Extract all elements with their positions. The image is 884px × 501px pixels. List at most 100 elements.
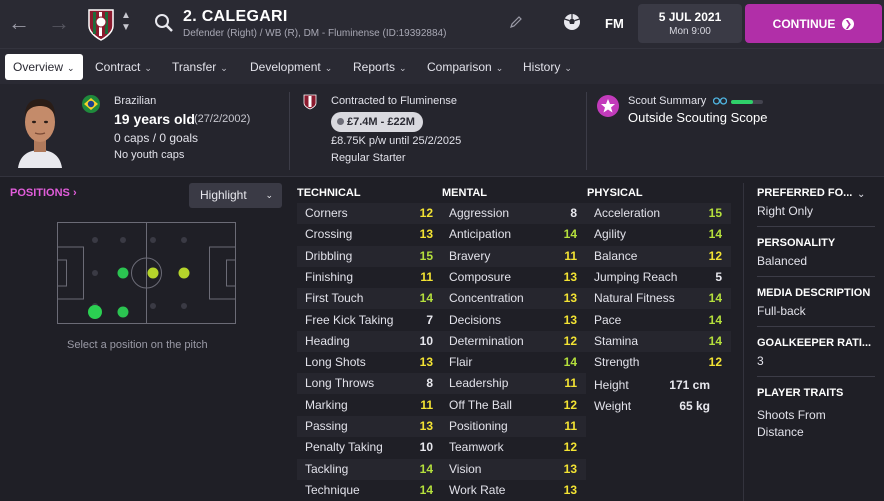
attribute-row[interactable]: Concentration 13 <box>441 288 586 310</box>
attribute-value: 15 <box>708 206 722 220</box>
attribute-row[interactable]: Crossing 13 <box>297 224 442 245</box>
attribute-row[interactable]: Vision 13 <box>441 458 586 480</box>
attribute-row[interactable]: Long Shots 13 <box>297 352 442 373</box>
attribute-row[interactable]: Teamwork 12 <box>441 437 586 458</box>
player-subtitle: Defender (Right) / WB (R), DM - Fluminen… <box>183 28 447 39</box>
pencil-icon[interactable] <box>509 15 523 29</box>
tab-overview[interactable]: Overview ⌄ <box>5 54 83 80</box>
tab-reports[interactable]: Reports ⌄ <box>345 54 415 80</box>
pitch-diagram[interactable] <box>57 222 236 324</box>
attribute-name: Composure <box>449 269 512 284</box>
attribute-name: Strength <box>594 355 640 370</box>
attribute-value: 14 <box>563 227 577 242</box>
attribute-name: Positioning <box>449 419 508 433</box>
attribute-row[interactable]: Corners 12 <box>297 203 442 224</box>
brazil-flag-icon <box>82 95 100 113</box>
player-switch-arrows[interactable]: ▲ ▼ <box>121 10 131 34</box>
attribute-value: 14 <box>708 291 722 306</box>
position-wbr[interactable] <box>117 306 129 318</box>
star-icon[interactable] <box>597 95 619 117</box>
attribute-row[interactable]: Natural Fitness 14 <box>586 288 731 310</box>
chevron-down-icon[interactable]: ⌄ <box>857 189 865 200</box>
attribute-row[interactable]: Marking 11 <box>297 395 442 416</box>
attribute-value: 13 <box>419 419 433 433</box>
youth-caps: No youth caps <box>114 149 185 161</box>
divider <box>757 376 875 377</box>
attribute-row[interactable]: Acceleration 15 <box>586 203 731 224</box>
fm-logo[interactable]: FM <box>605 16 624 31</box>
value-badge[interactable]: £7.4M - £22M <box>331 112 423 132</box>
forward-arrow-icon[interactable]: → <box>48 10 70 36</box>
attribute-row[interactable]: Flair 14 <box>441 352 586 373</box>
attribute-row[interactable]: Composure 13 <box>441 267 586 288</box>
attribute-row[interactable]: Penalty Taking 10 <box>297 437 442 458</box>
attribute-row[interactable]: Agility 14 <box>586 224 731 245</box>
tab-transfer[interactable]: Transfer ⌄ <box>164 54 236 80</box>
position-dm[interactable] <box>117 267 129 279</box>
date-box[interactable]: 5 JUL 2021 Mon 9:00 <box>638 4 742 43</box>
attribute-row[interactable]: Pace 14 <box>586 310 731 331</box>
physical-extra-name: Height <box>594 378 629 392</box>
attribute-row[interactable]: Aggression 8 <box>441 203 586 224</box>
attribute-row[interactable]: Strength 12 <box>586 352 731 373</box>
positions-link[interactable]: POSITIONS › <box>10 187 77 199</box>
tab-history[interactable]: History ⌄ <box>515 54 580 80</box>
attribute-row[interactable]: Technique 14 <box>297 480 442 501</box>
attribute-value: 12 <box>708 248 722 263</box>
search-icon[interactable] <box>154 13 174 33</box>
position-mc[interactable] <box>147 267 159 279</box>
continue-button[interactable]: CONTINUE ❯ <box>745 4 882 43</box>
club-crest-icon[interactable] <box>86 8 116 42</box>
back-arrow-icon[interactable]: ← <box>8 10 30 36</box>
age: 19 years old <box>114 111 195 127</box>
attribute-row[interactable]: Passing 13 <box>297 416 442 437</box>
player-title: 2. CALEGARI <box>183 8 288 25</box>
attribute-row[interactable]: Tackling 14 <box>297 458 442 480</box>
attribute-row[interactable]: First Touch 14 <box>297 288 442 310</box>
position-dr[interactable] <box>88 305 102 319</box>
attribute-row[interactable]: Finishing 11 <box>297 267 442 288</box>
attribute-name: Passing <box>305 419 348 433</box>
media-description-section: MEDIA DESCRIPTION Full-back <box>757 287 875 320</box>
attribute-row[interactable]: Bravery 11 <box>441 245 586 267</box>
attribute-row[interactable]: Long Throws 8 <box>297 373 442 395</box>
attribute-value: 8 <box>426 376 433 391</box>
attribute-name: Vision <box>449 461 482 476</box>
chevron-right-icon: › <box>72 187 77 199</box>
attribute-value: 11 <box>420 397 433 412</box>
attribute-name: Marking <box>305 397 348 412</box>
chevron-up-icon[interactable]: ▲ <box>121 10 131 22</box>
football-icon[interactable] <box>563 13 581 31</box>
attribute-row[interactable]: Jumping Reach 5 <box>586 267 731 288</box>
attribute-value: 7 <box>426 312 433 327</box>
highlight-dropdown[interactable]: Highlight ⌄ <box>189 183 282 208</box>
attribute-row[interactable]: Off The Ball 12 <box>441 395 586 416</box>
position-amc[interactable] <box>178 267 190 279</box>
chevron-down-icon[interactable]: ▼ <box>121 22 131 34</box>
personality-heading: PERSONALITY <box>757 237 836 249</box>
current-time: Mon 9:00 <box>669 26 711 37</box>
attribute-row[interactable]: Stamina 14 <box>586 330 731 352</box>
binoculars-icon <box>713 97 727 105</box>
attribute-row[interactable]: Determination 12 <box>441 330 586 352</box>
tab-development[interactable]: Development ⌄ <box>242 54 340 80</box>
player-traits-section: PLAYER TRAITS Shoots From Distance <box>757 387 875 441</box>
attribute-row[interactable]: Leadership 11 <box>441 373 586 395</box>
divider <box>586 92 587 170</box>
attribute-row[interactable]: Balance 12 <box>586 245 731 267</box>
attribute-row[interactable]: Dribbling 15 <box>297 245 442 267</box>
attribute-row[interactable]: Heading 10 <box>297 330 442 352</box>
attribute-name: Determination <box>449 333 524 348</box>
attribute-row[interactable]: Decisions 13 <box>441 310 586 331</box>
tab-contract[interactable]: Contract ⌄ <box>87 54 160 80</box>
attribute-value: 13 <box>563 291 577 306</box>
preferred-foot-value: Right Only <box>757 204 814 218</box>
attribute-row[interactable]: Anticipation 14 <box>441 224 586 245</box>
attribute-row[interactable]: Positioning 11 <box>441 416 586 437</box>
attribute-row[interactable]: Free Kick Taking 7 <box>297 310 442 331</box>
tab-comparison[interactable]: Comparison ⌄ <box>419 54 511 80</box>
attribute-value: 13 <box>563 482 577 497</box>
attribute-row[interactable]: Work Rate 13 <box>441 480 586 501</box>
attribute-name: Concentration <box>449 291 524 306</box>
attribute-value: 15 <box>419 248 433 263</box>
